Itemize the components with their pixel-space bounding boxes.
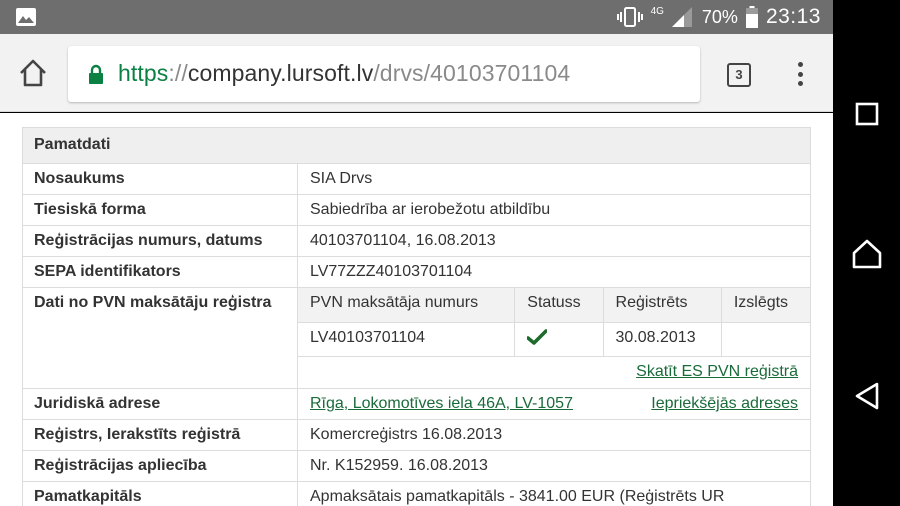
battery-icon bbox=[745, 6, 758, 28]
pvn-header-row: PVN maksātāja numurs Statuss Reģistrēts … bbox=[298, 288, 810, 323]
table-row: SEPA identifikators LV77ZZZ40103701104 bbox=[22, 256, 811, 288]
url-separator: :// bbox=[168, 60, 188, 86]
pvn-table: PVN maksātāja numurs Statuss Reģistrēts … bbox=[298, 288, 810, 388]
row-label: Nosaukums bbox=[22, 163, 298, 195]
pvn-registered: 30.08.2013 bbox=[602, 321, 722, 357]
network-type: 4G bbox=[650, 5, 664, 17]
row-value: Komercreģistrs 16.08.2013 bbox=[297, 419, 811, 451]
table-row: Nosaukums SIA Drvs bbox=[22, 163, 811, 195]
home-icon[interactable] bbox=[18, 58, 48, 88]
row-label: SEPA identifikators bbox=[22, 256, 298, 288]
overflow-menu-icon[interactable] bbox=[792, 60, 808, 88]
browser-toolbar: https://company.lursoft.lv/drvs/40103701… bbox=[0, 34, 833, 112]
clock: 23:13 bbox=[765, 5, 821, 28]
pvn-link-cell: Skatīt ES PVN reģistrā bbox=[298, 355, 810, 388]
pvn-header-number: PVN maksātāja numurs bbox=[298, 288, 516, 323]
row-label: Pamatkapitāls bbox=[22, 481, 298, 506]
url-scheme: https bbox=[118, 60, 169, 86]
url-text: https://company.lursoft.lv/drvs/40103701… bbox=[118, 60, 570, 87]
back-icon[interactable] bbox=[851, 380, 883, 412]
checkmark-icon bbox=[527, 329, 548, 346]
address-label: Juridiskā adrese bbox=[22, 388, 298, 420]
pvn-label: Dati no PVN maksātāju reģistra bbox=[22, 287, 298, 389]
url-host: company.lursoft.lv bbox=[187, 60, 374, 86]
pvn-header-status: Statuss bbox=[514, 288, 604, 323]
row-label: Reģistrācijas numurs, datums bbox=[22, 225, 298, 257]
table-row: Reģistrācijas numurs, datums 40103701104… bbox=[22, 225, 811, 257]
pvn-data-row: LV40103701104 30.08.2013 bbox=[298, 321, 810, 357]
table-row: Pamatkapitāls Apmaksātais pamatkapitāls … bbox=[22, 481, 811, 506]
pvn-number: LV40103701104 bbox=[298, 321, 516, 357]
row-value: SIA Drvs bbox=[297, 163, 811, 195]
row-value: LV77ZZZ40103701104 bbox=[297, 256, 811, 288]
vibrate-icon bbox=[616, 7, 643, 27]
home-nav-icon[interactable] bbox=[851, 238, 883, 270]
battery-percent: 70% bbox=[701, 6, 738, 27]
row-value: Nr. K152959. 16.08.2013 bbox=[297, 450, 811, 482]
address-link[interactable]: Rīga, Lokomotīves iela 46A, LV-1057 bbox=[310, 395, 573, 412]
status-bar: 4G 70% 23:13 bbox=[0, 0, 833, 34]
pvn-excluded bbox=[720, 321, 810, 357]
signal-icon bbox=[671, 7, 692, 27]
address-value: Rīga, Lokomotīves iela 46A, LV-1057 Iepr… bbox=[297, 388, 811, 420]
page-content: Pamatdati Nosaukums SIA Drvs Tiesiskā fo… bbox=[0, 113, 833, 506]
table-row: Juridiskā adrese Rīga, Lokomotīves iela … bbox=[22, 388, 811, 420]
pvn-cell: PVN maksātāja numurs Statuss Reģistrēts … bbox=[297, 287, 811, 389]
section-title: Pamatdati bbox=[22, 127, 811, 164]
pvn-header-excluded: Izslēgts bbox=[720, 288, 810, 323]
address-bar[interactable]: https://company.lursoft.lv/drvs/40103701… bbox=[68, 46, 700, 102]
lock-icon bbox=[89, 64, 103, 84]
tab-switcher-button[interactable]: 3 bbox=[727, 63, 751, 87]
previous-addresses-link[interactable]: Iepriekšējās adreses bbox=[651, 395, 798, 413]
recent-apps-icon[interactable] bbox=[851, 98, 883, 130]
row-value: Apmaksātais pamatkapitāls - 3841.00 EUR … bbox=[297, 481, 811, 506]
pvn-status bbox=[514, 321, 604, 357]
row-label: Tiesiskā forma bbox=[22, 194, 298, 226]
company-info-table: Pamatdati Nosaukums SIA Drvs Tiesiskā fo… bbox=[22, 127, 811, 506]
row-label: Reģistrācijas apliecība bbox=[22, 450, 298, 482]
pvn-header-registered: Reģistrēts bbox=[602, 288, 722, 323]
table-row: Tiesiskā forma Sabiedrība ar ierobežotu … bbox=[22, 194, 811, 226]
android-nav-bar bbox=[833, 0, 900, 506]
url-path: /drvs/40103701104 bbox=[373, 60, 571, 86]
table-row: Reģistrācijas apliecība Nr. K152959. 16.… bbox=[22, 450, 811, 482]
row-value: 40103701104, 16.08.2013 bbox=[297, 225, 811, 257]
pvn-link-row: Skatīt ES PVN reģistrā bbox=[298, 355, 810, 388]
row-value: Sabiedrība ar ierobežotu atbildību bbox=[297, 194, 811, 226]
row-label: Reģistrs, Ierakstīts reģistrā bbox=[22, 419, 298, 451]
gallery-notification-icon bbox=[16, 8, 36, 26]
pvn-row: Dati no PVN maksātāju reģistra PVN maksā… bbox=[22, 287, 811, 389]
es-pvn-link[interactable]: Skatīt ES PVN reģistrā bbox=[636, 363, 798, 380]
table-row: Reģistrs, Ierakstīts reģistrā Komercreģi… bbox=[22, 419, 811, 451]
